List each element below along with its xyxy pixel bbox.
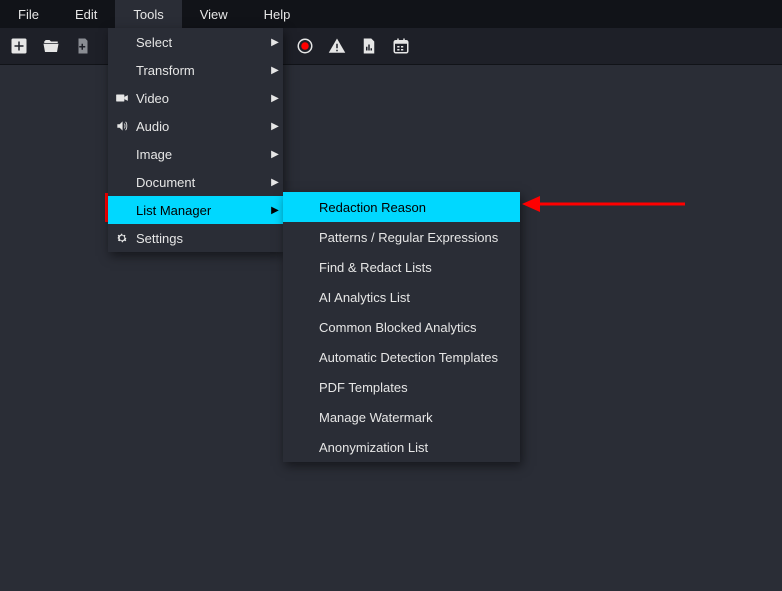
menu-item-select[interactable]: Select ▶ <box>108 28 283 56</box>
menu-help[interactable]: Help <box>246 0 309 28</box>
menu-label: Automatic Detection Templates <box>319 350 520 365</box>
open-folder-icon[interactable] <box>40 35 62 57</box>
menu-label: Patterns / Regular Expressions <box>319 230 520 245</box>
calendar-icon[interactable] <box>390 35 412 57</box>
new-file-icon[interactable] <box>8 35 30 57</box>
submenu-item-pdf-templates[interactable]: PDF Templates <box>283 372 520 402</box>
video-icon <box>108 91 136 105</box>
chevron-right-icon: ▶ <box>267 149 283 160</box>
submenu-item-watermark[interactable]: Manage Watermark <box>283 402 520 432</box>
menu-file[interactable]: File <box>0 0 57 28</box>
warning-icon[interactable] <box>326 35 348 57</box>
menu-item-settings[interactable]: Settings <box>108 224 283 252</box>
menu-view[interactable]: View <box>182 0 246 28</box>
submenu-item-redaction-reason[interactable]: Redaction Reason <box>283 192 520 222</box>
submenu-item-auto-detection[interactable]: Automatic Detection Templates <box>283 342 520 372</box>
audio-icon <box>108 119 136 133</box>
menu-label: Video <box>136 91 267 106</box>
submenu-item-common-blocked[interactable]: Common Blocked Analytics <box>283 312 520 342</box>
menu-label: AI Analytics List <box>319 290 520 305</box>
menu-label: PDF Templates <box>319 380 520 395</box>
menu-label: Common Blocked Analytics <box>319 320 520 335</box>
menu-label: Document <box>136 175 267 190</box>
menu-item-audio[interactable]: Audio ▶ <box>108 112 283 140</box>
menu-label: Anonymization List <box>319 440 520 455</box>
chevron-right-icon: ▶ <box>267 65 283 76</box>
chevron-right-icon: ▶ <box>267 37 283 48</box>
submenu-item-anonymization[interactable]: Anonymization List <box>283 432 520 462</box>
chevron-right-icon: ▶ <box>267 205 283 216</box>
menu-label: Select <box>136 35 267 50</box>
menubar: File Edit Tools View Help <box>0 0 782 28</box>
submenu-item-find-redact[interactable]: Find & Redact Lists <box>283 252 520 282</box>
menu-item-video[interactable]: Video ▶ <box>108 84 283 112</box>
menu-tools[interactable]: Tools <box>115 0 181 28</box>
menu-label: Image <box>136 147 267 162</box>
menu-label: List Manager <box>136 203 267 218</box>
menu-label: Find & Redact Lists <box>319 260 520 275</box>
chevron-right-icon: ▶ <box>267 177 283 188</box>
menu-item-transform[interactable]: Transform ▶ <box>108 56 283 84</box>
tools-dropdown: Select ▶ Transform ▶ Video ▶ Audio ▶ Ima… <box>108 28 283 252</box>
menu-label: Settings <box>136 231 283 246</box>
menu-edit[interactable]: Edit <box>57 0 115 28</box>
record-icon[interactable] <box>294 35 316 57</box>
menu-label: Transform <box>136 63 267 78</box>
menu-label: Audio <box>136 119 267 134</box>
report-icon[interactable] <box>358 35 380 57</box>
list-manager-submenu: Redaction Reason Patterns / Regular Expr… <box>283 192 520 462</box>
chevron-right-icon: ▶ <box>267 93 283 104</box>
menu-label: Redaction Reason <box>319 200 520 215</box>
menu-item-document[interactable]: Document ▶ <box>108 168 283 196</box>
add-page-icon[interactable] <box>72 35 94 57</box>
menu-item-image[interactable]: Image ▶ <box>108 140 283 168</box>
menu-label: Manage Watermark <box>319 410 520 425</box>
gear-icon <box>108 231 136 245</box>
submenu-item-patterns[interactable]: Patterns / Regular Expressions <box>283 222 520 252</box>
chevron-right-icon: ▶ <box>267 121 283 132</box>
menu-item-list-manager[interactable]: List Manager ▶ <box>108 196 283 224</box>
submenu-item-ai-analytics[interactable]: AI Analytics List <box>283 282 520 312</box>
